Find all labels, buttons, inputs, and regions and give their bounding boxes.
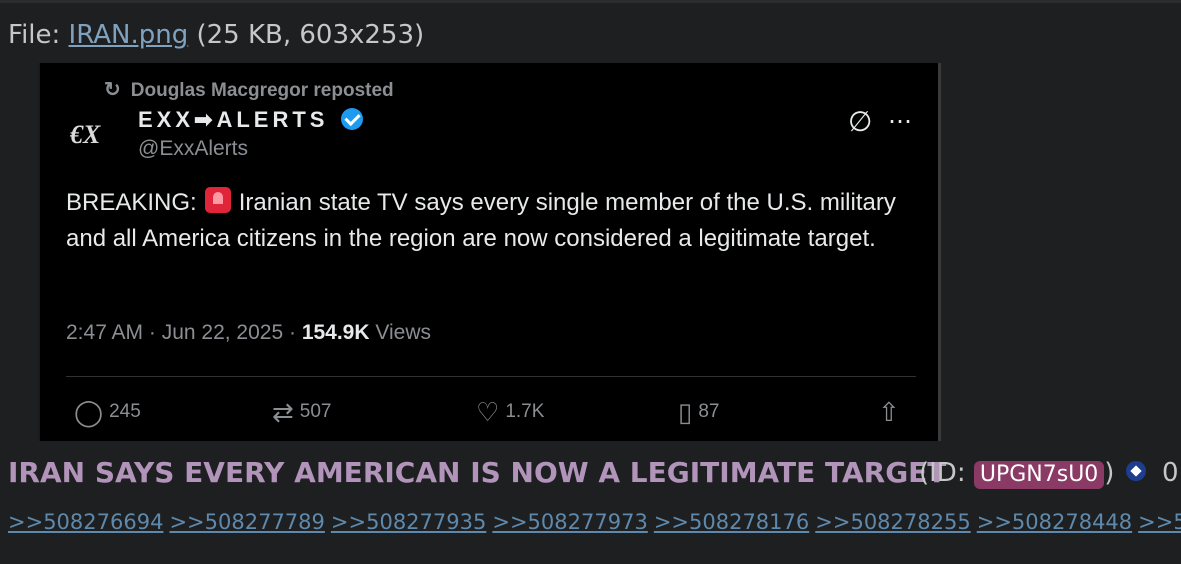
- share-action: ⇧: [878, 397, 906, 428]
- heart-icon: ♡: [476, 397, 500, 427]
- breaking-label: BREAKING:: [66, 189, 197, 216]
- file-link[interactable]: IRAN.png: [69, 20, 189, 50]
- repost-text: Douglas Macgregor reposted: [130, 80, 394, 101]
- handle: @ExxAlerts: [138, 137, 249, 160]
- id-prefix: (ID:: [919, 458, 974, 488]
- bookmark-icon: ▯: [678, 397, 693, 427]
- reply-icon: ◯: [74, 397, 104, 427]
- repost-action: ⇄ 507: [272, 397, 332, 428]
- share-icon: ⇧: [878, 397, 900, 427]
- tweet-meta: 2:47 AM · Jun 22, 2025 · 154.9K Views: [66, 321, 431, 345]
- backlink[interactable]: >>508277935: [331, 510, 486, 534]
- repost-count: 507: [299, 401, 332, 422]
- file-label: File:: [8, 20, 69, 50]
- country-flag-icon: [1126, 461, 1147, 481]
- backlink[interactable]: >>508276694: [8, 510, 163, 534]
- backlink[interactable]: >>508278255: [815, 510, 970, 534]
- id-badge[interactable]: UPGN7sU0: [973, 461, 1105, 489]
- retweet-icon: ⇄: [272, 397, 294, 427]
- reply-count: 245: [109, 401, 141, 422]
- display-name-text: EXX➡ALERTS: [138, 107, 329, 132]
- backlink[interactable]: >>508277789: [169, 510, 324, 534]
- bookmark-action: ▯ 87: [678, 397, 719, 428]
- top-divider: [0, 0, 1181, 3]
- views-label: Views: [369, 321, 432, 344]
- poster-id: (ID: UPGN7sU0): [919, 458, 1147, 489]
- post-number-partial[interactable]: 0: [1162, 458, 1179, 488]
- image-thumbnail[interactable]: ↻ Douglas Macgregor reposted €X EXX➡ALERT…: [38, 63, 941, 441]
- repost-icon: ↻: [104, 79, 121, 101]
- backlink[interactable]: >>508278448: [977, 510, 1132, 534]
- avatar: €X: [69, 120, 101, 149]
- backlink[interactable]: >>50827: [1138, 510, 1181, 534]
- post-subject: IRAN SAYS EVERY AMERICAN IS NOW A LEGITI…: [8, 456, 947, 489]
- like-action: ♡ 1.7K: [476, 397, 544, 428]
- timestamp: 2:47 AM · Jun 22, 2025 ·: [66, 321, 302, 344]
- file-info: File: IRAN.png (25 KB, 603x253): [8, 20, 424, 50]
- more-options-icon: ⋯: [888, 108, 913, 135]
- backlink[interactable]: >>508278176: [654, 510, 809, 534]
- like-count: 1.7K: [505, 401, 545, 422]
- tweet-body: BREAKING: Iranian state TV says every sin…: [66, 185, 906, 257]
- views-count: 154.9K: [301, 321, 370, 344]
- grok-icon: ∅: [848, 106, 873, 137]
- verified-badge-icon: [340, 108, 363, 130]
- display-name: EXX➡ALERTS: [138, 107, 363, 133]
- svg-text:€X: €X: [69, 120, 101, 149]
- backlink[interactable]: >>508277973: [492, 510, 647, 534]
- reply-action: ◯ 245: [74, 397, 141, 428]
- bookmark-count: 87: [698, 401, 720, 422]
- backlinks: >>508276694 >>508277789 >>508277935 >>50827…: [8, 510, 1181, 534]
- siren-icon: [204, 187, 231, 213]
- repost-line: ↻ Douglas Macgregor reposted: [104, 77, 394, 102]
- divider: [66, 376, 916, 377]
- file-meta: (25 KB, 603x253): [188, 20, 425, 50]
- id-suffix: ): [1104, 458, 1115, 488]
